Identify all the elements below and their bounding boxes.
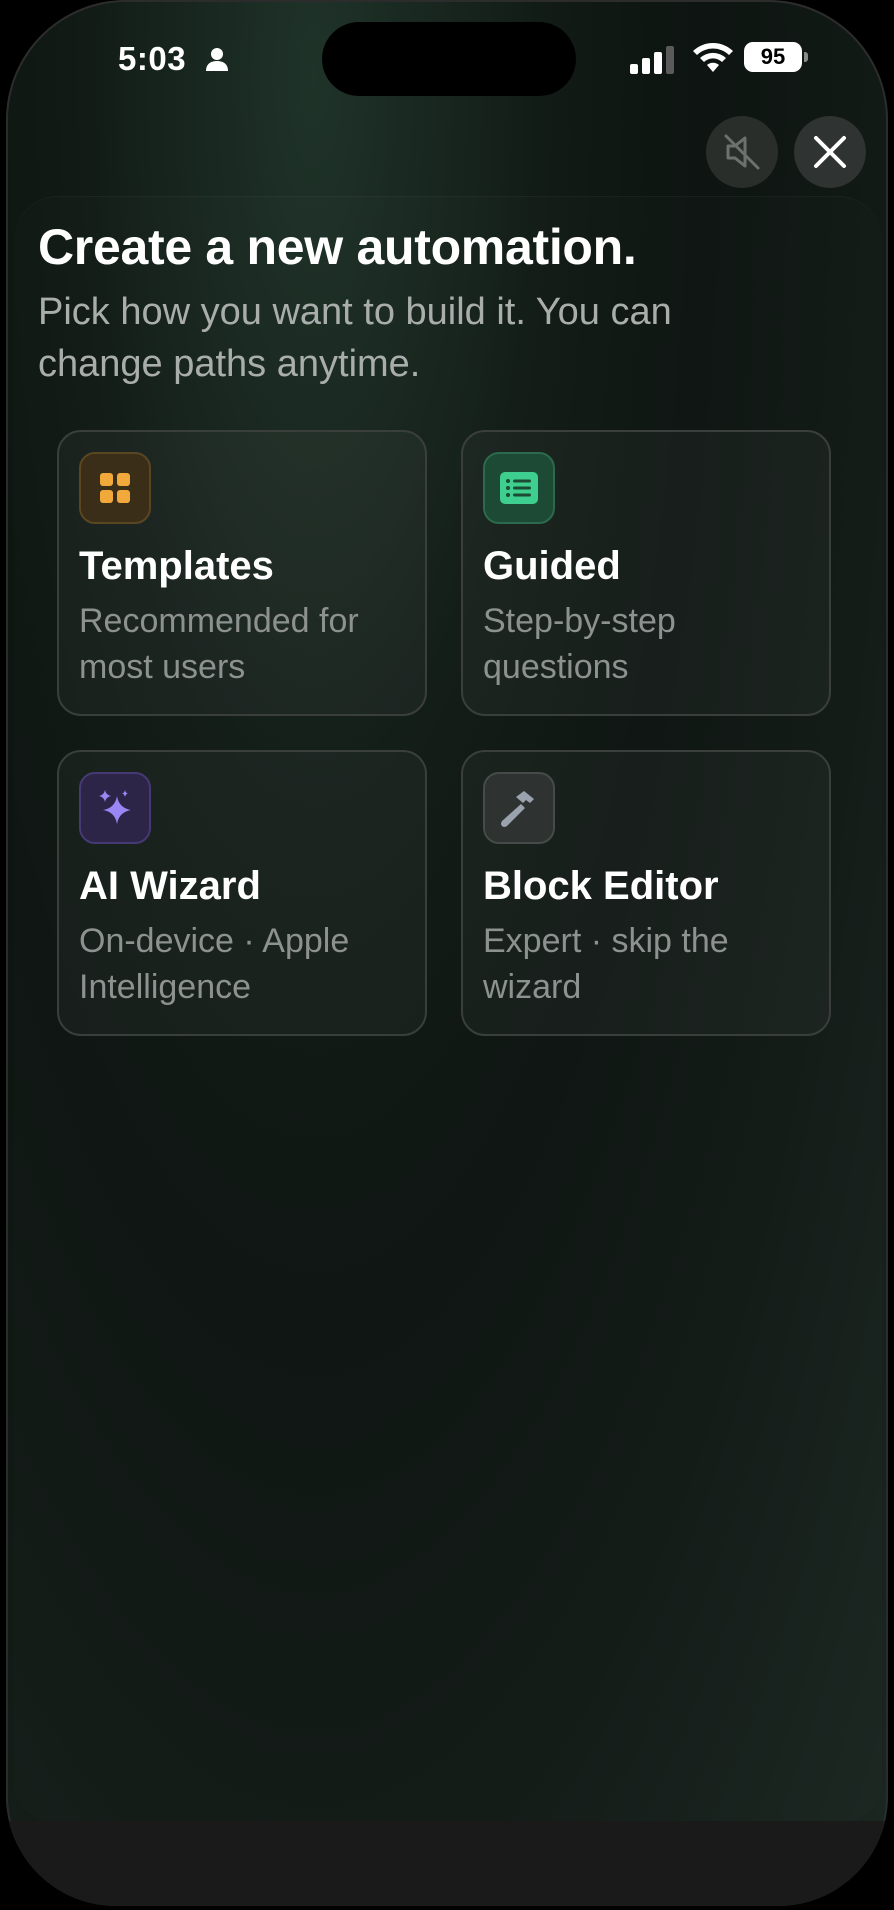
option-description: Recommended for most users [79,602,359,686]
status-time: 5:03 [118,40,187,77]
option-guided[interactable]: Guided Step-by-step questions [461,430,831,716]
wifi-icon [693,43,733,72]
close-icon [814,136,846,168]
dynamic-island [322,22,576,96]
battery-icon: 95 [744,42,810,74]
mute-button[interactable] [706,116,778,188]
page-subtitle: Pick how you want to build it. You can c… [38,291,672,385]
grid-icon [79,452,151,524]
option-templates[interactable]: Templates Recommended for most users [57,430,427,716]
bottom-bar [6,1821,888,1906]
page-title: Create a new automation. [38,219,637,275]
option-description: Step-by-step questions [483,602,676,686]
cellular-signal-icon [630,46,674,74]
phone-screen: 5:03 95 Create a new automation. Pick ho… [6,0,888,1906]
list-icon [483,452,555,524]
option-label: AI Wizard [79,864,261,908]
hammer-icon [483,772,555,844]
sparkles-icon [79,772,151,844]
option-ai-wizard[interactable]: AI Wizard On-device · Apple Intelligence [57,750,427,1036]
battery-level: 95 [744,42,802,72]
option-block-editor[interactable]: Block Editor Expert · skip the wizard [461,750,831,1036]
option-label: Guided [483,544,621,588]
option-description: On-device · Apple Intelligence [79,922,350,1006]
option-label: Templates [79,544,274,588]
person-icon [206,48,228,71]
option-description: Expert · skip the wizard [483,922,729,1006]
option-label: Block Editor [483,864,719,908]
close-button[interactable] [794,116,866,188]
speaker-muted-icon [724,134,760,170]
